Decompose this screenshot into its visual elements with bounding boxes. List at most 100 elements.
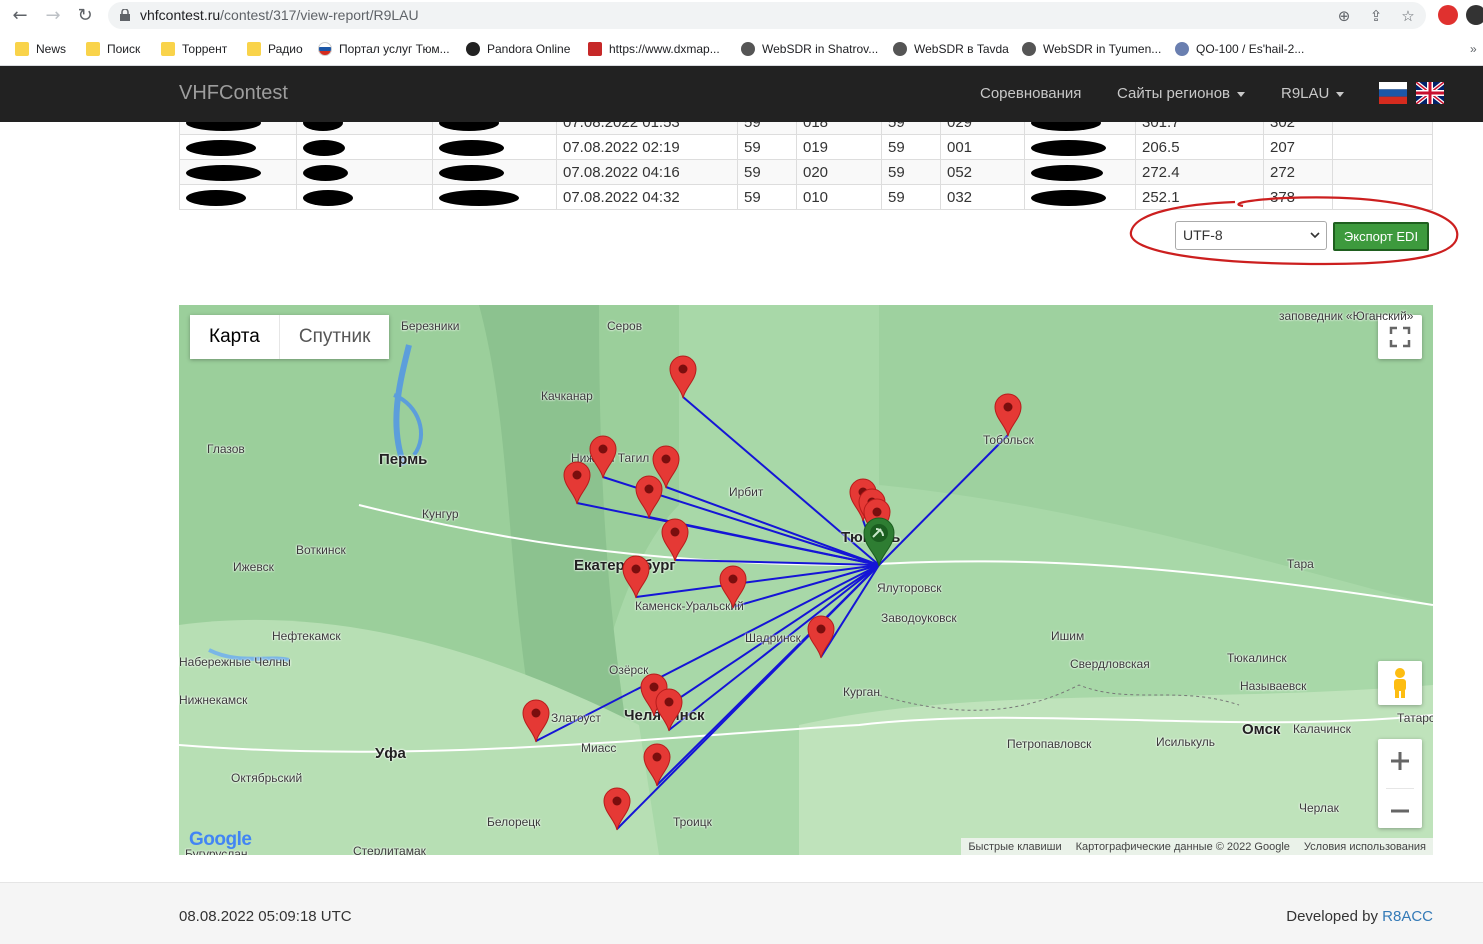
bookmark-item[interactable]: Pandora Online [466, 40, 570, 58]
map-type-map-button[interactable]: Карта [190, 315, 280, 359]
map-marker-icon[interactable] [719, 565, 747, 614]
city-label: Березники [401, 319, 460, 333]
nav-regions-dropdown[interactable]: Сайты регионов [1117, 85, 1246, 102]
map-type-control: Карта Спутник [190, 315, 390, 359]
redacted-mark [186, 122, 261, 131]
city-label: Набережные Челны [179, 655, 291, 669]
encoding-select[interactable]: UTF-8 [1175, 221, 1327, 250]
folder-icon [15, 42, 29, 56]
zoom-in-icon[interactable] [1378, 739, 1422, 783]
bookmark-item[interactable]: WebSDR в Tavda [893, 40, 1009, 58]
city-label: Миасс [581, 741, 617, 755]
city-label: Петропавловск [1007, 737, 1092, 751]
city-label: Ялуторовск [877, 581, 942, 595]
russian-flag-icon[interactable] [1379, 82, 1407, 104]
folder-icon [86, 42, 100, 56]
caret-down-icon [1237, 91, 1246, 97]
satellite-icon [1175, 42, 1189, 56]
bookmark-item[interactable]: Торрент [161, 40, 227, 58]
city-label: Называевск [1240, 679, 1307, 693]
bookmark-item[interactable]: WebSDR in Shatrov... [741, 40, 878, 58]
map-marker-icon[interactable] [807, 615, 835, 664]
map-marker-icon[interactable] [661, 518, 689, 567]
street-view-pegman-icon[interactable] [1378, 661, 1422, 705]
bookmark-item[interactable]: Поиск [86, 40, 140, 58]
globe-icon [893, 42, 907, 56]
export-edi-button[interactable]: Экспорт EDI [1333, 222, 1429, 251]
map-marker-icon[interactable] [563, 461, 591, 510]
chevron-down-icon [1310, 232, 1320, 239]
address-bar[interactable]: vhfcontest.ru/contest/317/view-report/R9… [108, 2, 1426, 29]
city-label: Омск [1242, 721, 1281, 738]
zoom-out-icon[interactable] [1378, 789, 1422, 833]
city-label: Качканар [541, 389, 593, 403]
city-label: Исилькуль [1156, 735, 1215, 749]
caret-down-icon [1336, 91, 1345, 97]
city-label: Серов [607, 319, 643, 333]
city-label: Свердловская [1070, 657, 1150, 671]
map-marker-icon[interactable] [643, 743, 671, 792]
home-station-marker-icon[interactable] [863, 517, 895, 572]
footer-timestamp: 08.08.2022 05:09:18 UTC [179, 908, 352, 925]
back-icon[interactable]: ← [8, 4, 32, 28]
map-marker-icon[interactable] [655, 688, 683, 737]
extension-icon[interactable] [1466, 5, 1483, 25]
terms-link[interactable]: Условия использования [1297, 841, 1433, 853]
more-bookmarks-icon[interactable]: » [1470, 40, 1477, 58]
redacted-mark [303, 189, 353, 206]
redacted-mark [1031, 122, 1101, 131]
share-icon[interactable]: ⇪ [1366, 6, 1386, 26]
map-marker-icon[interactable] [603, 787, 631, 836]
footer-credits: Developed by R8ACC [1286, 908, 1433, 925]
developer-link[interactable]: R8ACC [1382, 908, 1433, 925]
bookmark-item[interactable]: Радио [247, 40, 303, 58]
qso-line [674, 559, 880, 566]
table-row: 07.08.2022 04:16 59 020 59 052 272.4 272 [179, 159, 1433, 185]
city-label: Нижнекамск [179, 693, 248, 707]
reload-icon[interactable]: ↻ [73, 4, 97, 28]
map-marker-icon[interactable] [994, 393, 1022, 442]
map-marker-icon[interactable] [669, 355, 697, 404]
city-label: Златоуст [551, 711, 601, 725]
keyboard-shortcuts-link[interactable]: Быстрые клавиши [961, 841, 1068, 853]
city-label: Тара [1287, 557, 1314, 571]
site-navbar: VHFContest Соревнования Сайты регионов R… [0, 66, 1483, 122]
bookmark-item[interactable]: News [15, 40, 66, 58]
uk-flag-icon[interactable] [1416, 82, 1444, 104]
bookmark-item[interactable]: https://www.dxmap... [588, 40, 720, 58]
map-marker-icon[interactable] [622, 555, 650, 604]
city-label: Ирбит [729, 485, 764, 499]
zoom-icon[interactable]: ⊕ [1334, 6, 1354, 26]
city-label: Пермь [379, 451, 428, 468]
city-label: Белорецк [487, 815, 541, 829]
qso-table: 07.08.2022 01:53 59 018 59 029 301.7 302… [179, 122, 1433, 212]
city-label: Октябрьский [231, 771, 303, 785]
nav-competitions[interactable]: Соревнования [980, 85, 1081, 102]
map-marker-icon[interactable] [589, 435, 617, 484]
map-marker-icon[interactable] [522, 699, 550, 748]
qso-map[interactable]: Карта Спутник Google Быстрые клавиши Кар… [179, 305, 1433, 855]
adblock-icon[interactable] [1438, 5, 1458, 25]
map-type-satellite-button[interactable]: Спутник [280, 315, 390, 359]
forward-icon[interactable]: → [41, 4, 65, 28]
city-label: Ижевск [233, 560, 274, 574]
bookmark-star-icon[interactable]: ☆ [1398, 6, 1418, 26]
city-label: Стерлитамак [353, 844, 426, 855]
qso-line [668, 564, 880, 731]
redacted-mark [1031, 139, 1106, 156]
map-marker-icon[interactable] [635, 475, 663, 524]
table-row: 07.08.2022 01:53 59 018 59 029 301.7 302 [179, 122, 1433, 135]
bookmark-item[interactable]: Портал услуг Тюм... [318, 40, 450, 58]
bookmark-item[interactable]: WebSDR in Tyumen... [1022, 40, 1161, 58]
redacted-mark [186, 164, 261, 181]
nav-user-dropdown[interactable]: R9LAU [1281, 85, 1345, 102]
bookmark-item[interactable]: QO-100 / Es'hail-2... [1175, 40, 1304, 58]
brand-link[interactable]: VHFContest [179, 82, 288, 105]
redacted-mark [303, 122, 343, 131]
footer: 08.08.2022 05:09:18 UTC Developed by R8A… [0, 882, 1483, 944]
city-label: Воткинск [296, 543, 346, 557]
russia-icon [318, 42, 332, 56]
city-label: Татарск [1397, 711, 1433, 725]
redacted-mark [186, 189, 246, 206]
city-label: заповедник «Юганский» [1279, 309, 1414, 323]
